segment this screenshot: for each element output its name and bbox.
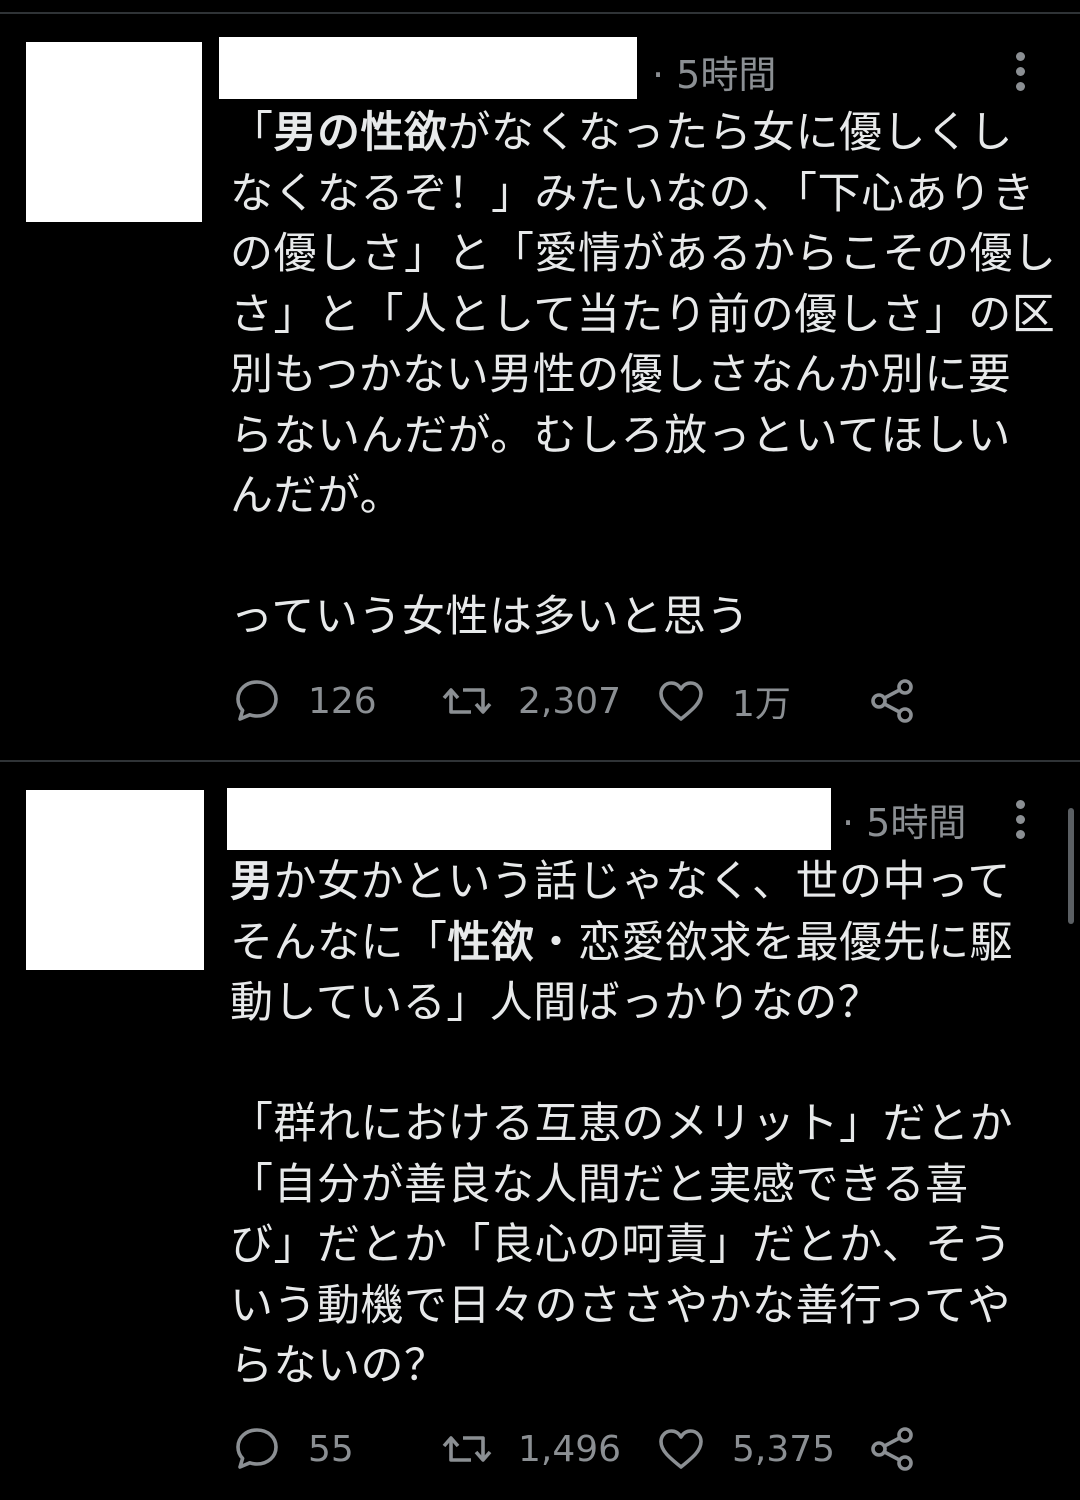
share-button[interactable] bbox=[868, 676, 918, 726]
heart-icon bbox=[659, 1429, 703, 1469]
tweet-time[interactable]: · 5時間 bbox=[842, 804, 966, 842]
tweet-text-line: いう動機で日々のささやかな善行ってや bbox=[230, 1276, 1050, 1337]
text-segment: っていう女性は多いと思う bbox=[230, 592, 750, 642]
text-segment: ・恋愛欲求を最優先に駆 bbox=[534, 917, 1013, 968]
text-segment: さ」と「人として当たり前の優しさ」の区 bbox=[230, 289, 1056, 340]
tweet-divider bbox=[0, 760, 1080, 762]
text-segment: んだが。 bbox=[230, 471, 404, 521]
tweet-text-line: 動している」人間ばっかりなの？ bbox=[230, 973, 1050, 1034]
like-button[interactable]: 1万 bbox=[656, 676, 791, 726]
username-redacted[interactable] bbox=[219, 37, 637, 99]
text-segment: 「 bbox=[230, 108, 274, 158]
text-segment: の優しさ」と「愛情があるからこその優し bbox=[230, 229, 1057, 279]
reply-count: 55 bbox=[308, 1428, 354, 1470]
tweet-text-line: の優しさ」と「愛情があるからこその優し bbox=[230, 224, 1056, 285]
text-segment: らないんだが。むしろ放っといてほしい bbox=[230, 410, 1011, 461]
tweet-text-line: さ」と「人として当たり前の優しさ」の区 bbox=[230, 285, 1055, 346]
retweet-count: 1,496 bbox=[518, 1428, 622, 1470]
tweet-text-line: 別もつかない男性の優しさなんか別に要 bbox=[230, 345, 1050, 406]
like-button[interactable]: 5,375 bbox=[656, 1424, 835, 1474]
tweet-body: 「男の性欲がなくなったら女に優しくし なくなるぞ！」みたいなの、「下心ありき の優し… bbox=[230, 103, 1056, 648]
share-button[interactable] bbox=[868, 1424, 918, 1474]
text-segment: び」だとか「良心の呵責」だとか、そう bbox=[230, 1220, 1013, 1270]
reply-button[interactable]: 126 bbox=[232, 676, 377, 726]
tweet-text-line: 「男の性欲がなくなったら女に優しくし bbox=[230, 103, 1050, 164]
retweet-icon bbox=[442, 1436, 492, 1462]
like-count: 1万 bbox=[732, 684, 791, 725]
speech-bubble-icon bbox=[236, 680, 278, 721]
share-icon bbox=[871, 679, 913, 723]
more-vertical-icon[interactable] bbox=[1014, 800, 1026, 844]
bold-text: 男の性欲 bbox=[273, 108, 448, 158]
tweet-text-line: っていう女性は多いと思う bbox=[230, 587, 1050, 648]
share-icon bbox=[871, 1427, 913, 1471]
retweet-count: 2,307 bbox=[518, 680, 622, 722]
tweet-body: 男か女かという話じゃなく、世の中って そんなに「性欲・恋愛欲求を最優先に駆 動してい… bbox=[230, 852, 1050, 1397]
scrollbar[interactable] bbox=[1068, 808, 1074, 924]
tweet-time[interactable]: · 5時間 bbox=[652, 56, 776, 94]
retweet-button[interactable]: 2,307 bbox=[442, 676, 621, 726]
text-segment: 別もつかない男性の優しさなんか別に要 bbox=[230, 350, 1012, 400]
text-segment: らないの？ bbox=[230, 1341, 448, 1391]
bold-text: 性欲 bbox=[447, 917, 535, 968]
heart-icon bbox=[659, 681, 703, 721]
top-divider bbox=[0, 12, 1080, 14]
avatar-redacted[interactable] bbox=[26, 42, 202, 222]
more-vertical-icon[interactable] bbox=[1014, 52, 1026, 96]
avatar-redacted[interactable] bbox=[26, 790, 204, 970]
reply-count: 126 bbox=[308, 680, 377, 722]
retweet-icon bbox=[442, 688, 492, 714]
tweet-text-line: び」だとか「良心の呵責」だとか、そう bbox=[230, 1215, 1050, 1276]
like-count: 5,375 bbox=[732, 1428, 836, 1470]
tweet-actions: 55 1,496 5,375 bbox=[232, 1424, 952, 1474]
tweet-text-line: そんなに「性欲・恋愛欲求を最優先に駆 bbox=[230, 913, 1050, 974]
bold-text: 男 bbox=[230, 857, 274, 907]
retweet-button[interactable]: 1,496 bbox=[442, 1424, 621, 1474]
tweet-text-line: んだが。 bbox=[230, 466, 1050, 527]
speech-bubble-icon bbox=[236, 1428, 278, 1469]
text-segment: がなくなったら女に優しくし bbox=[447, 108, 1013, 158]
tweet-text-line: 「群れにおける互恵のメリット」だとか bbox=[230, 1094, 1050, 1155]
reply-button[interactable]: 55 bbox=[232, 1424, 354, 1474]
tweet-text-line: らないんだが。むしろ放っといてほしい bbox=[230, 406, 1050, 467]
tweet-text-line: らないの？ bbox=[230, 1336, 1050, 1397]
text-segment: 「群れにおける互恵のメリット」だとか bbox=[230, 1099, 1013, 1149]
username-redacted[interactable] bbox=[227, 788, 831, 850]
text-segment: 「自分が善良な人間だと実感できる喜 bbox=[230, 1159, 969, 1210]
text-segment: か女かという話じゃなく、世の中って bbox=[273, 857, 1011, 907]
tweet-actions: 126 2,307 1万 bbox=[232, 676, 952, 726]
tweet-text-line: なくなるぞ！」みたいなの、「下心ありき bbox=[230, 164, 1050, 225]
text-segment: いう動機で日々のささやかな善行ってや bbox=[230, 1280, 1011, 1331]
text-segment: なくなるぞ！」みたいなの、「下心ありき bbox=[230, 168, 1035, 219]
tweet-text-line: 「自分が善良な人間だと実感できる喜 bbox=[230, 1155, 1050, 1216]
tweet-text-line: 男か女かという話じゃなく、世の中って bbox=[230, 852, 1050, 913]
text-segment: 動している」人間ばっかりなの？ bbox=[230, 978, 882, 1028]
text-segment: そんなに「 bbox=[230, 917, 448, 968]
